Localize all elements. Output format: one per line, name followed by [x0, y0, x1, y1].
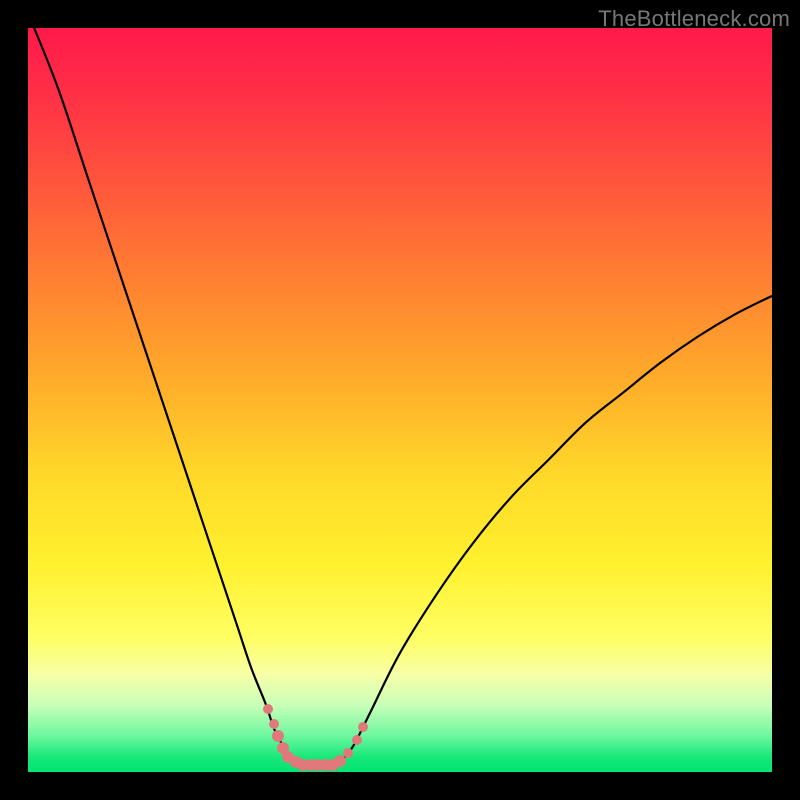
left-curve-line	[28, 28, 303, 765]
data-marker	[263, 704, 273, 714]
right-curve-line	[333, 296, 772, 765]
data-marker	[272, 730, 284, 742]
data-marker	[358, 722, 368, 732]
watermark-text: TheBottleneck.com	[598, 6, 790, 32]
data-marker	[352, 735, 362, 745]
data-marker	[269, 719, 279, 729]
data-marker	[343, 748, 353, 758]
chart-curves	[28, 28, 772, 772]
chart-plot-area	[28, 28, 772, 772]
